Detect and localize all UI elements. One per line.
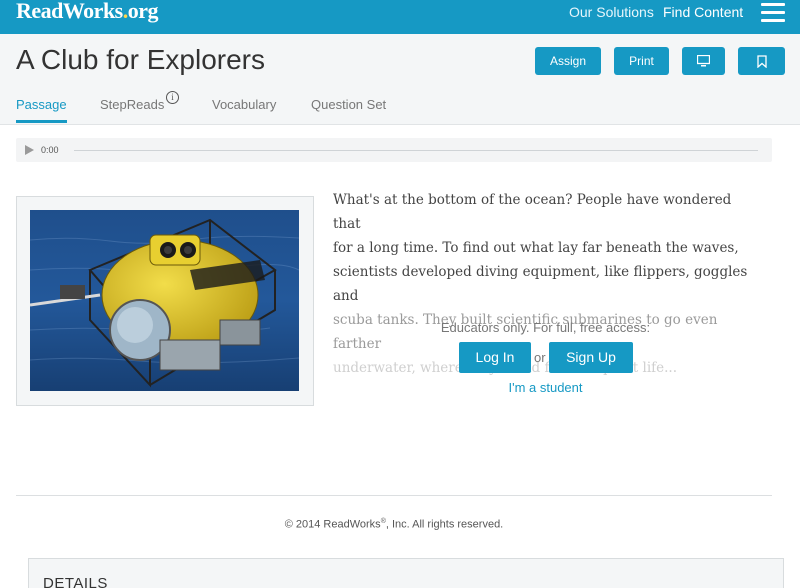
monitor-icon bbox=[696, 54, 711, 67]
footer-divider bbox=[16, 495, 772, 496]
passage-image-frame bbox=[16, 196, 314, 406]
nav-our-solutions[interactable]: Our Solutions bbox=[569, 4, 654, 20]
passage-header: A Club for Explorers Assign Print Passag… bbox=[0, 34, 800, 125]
tab-vocabulary[interactable]: Vocabulary bbox=[212, 97, 276, 112]
details-panel: DETAILS bbox=[28, 558, 784, 588]
copyright-post: , Inc. All rights reserved. bbox=[385, 518, 504, 531]
tab-passage[interactable]: Passage bbox=[16, 97, 67, 112]
or-separator: or bbox=[534, 350, 546, 365]
active-tab-indicator bbox=[16, 120, 67, 123]
hamburger-menu-icon[interactable] bbox=[761, 3, 785, 22]
copyright-pre: © 2014 ReadWorks bbox=[284, 518, 381, 531]
passage-line: for a long time. To find out what lay fa… bbox=[333, 240, 739, 256]
play-icon[interactable] bbox=[25, 145, 34, 155]
educators-access-text: Educators only. For full, free access: bbox=[440, 320, 651, 335]
nav-find-content[interactable]: Find Content bbox=[663, 4, 743, 20]
tab-question-set[interactable]: Question Set bbox=[311, 97, 386, 112]
copyright-text: © 2014 ReadWorks®, Inc. All rights reser… bbox=[0, 518, 788, 531]
bookmark-icon bbox=[756, 55, 767, 69]
audio-time: 0:00 bbox=[41, 145, 59, 155]
passage-line: underwater, where they found fish and pl… bbox=[333, 360, 677, 376]
assign-button[interactable]: Assign bbox=[535, 47, 601, 75]
present-button[interactable] bbox=[682, 47, 725, 75]
print-button[interactable]: Print bbox=[614, 47, 669, 75]
audio-player: 0:00 bbox=[16, 138, 772, 162]
audio-progress-track[interactable] bbox=[74, 150, 758, 151]
submarine-image bbox=[30, 210, 299, 391]
signup-button[interactable]: Sign Up bbox=[549, 342, 633, 373]
passage-line: What's at the bottom of the ocean? Peopl… bbox=[333, 192, 732, 232]
info-icon[interactable]: i bbox=[166, 91, 179, 104]
details-title: DETAILS bbox=[43, 575, 108, 588]
top-navigation-bar: ReadWorks.org Our Solutions Find Content bbox=[0, 0, 800, 34]
passage-excerpt: What's at the bottom of the ocean? Peopl… bbox=[333, 188, 763, 380]
bookmark-button[interactable] bbox=[738, 47, 785, 75]
logo-main: ReadWorks bbox=[16, 0, 123, 23]
passage-line: scientists developed diving equipment, l… bbox=[333, 264, 748, 304]
login-button[interactable]: Log In bbox=[459, 342, 531, 373]
logo-suffix: org bbox=[127, 0, 159, 23]
tab-stepreads[interactable]: StepReads bbox=[100, 97, 164, 112]
page-title: A Club for Explorers bbox=[16, 44, 265, 75]
readworks-logo[interactable]: ReadWorks.org bbox=[16, 0, 159, 24]
student-link[interactable]: I'm a student bbox=[333, 380, 758, 395]
